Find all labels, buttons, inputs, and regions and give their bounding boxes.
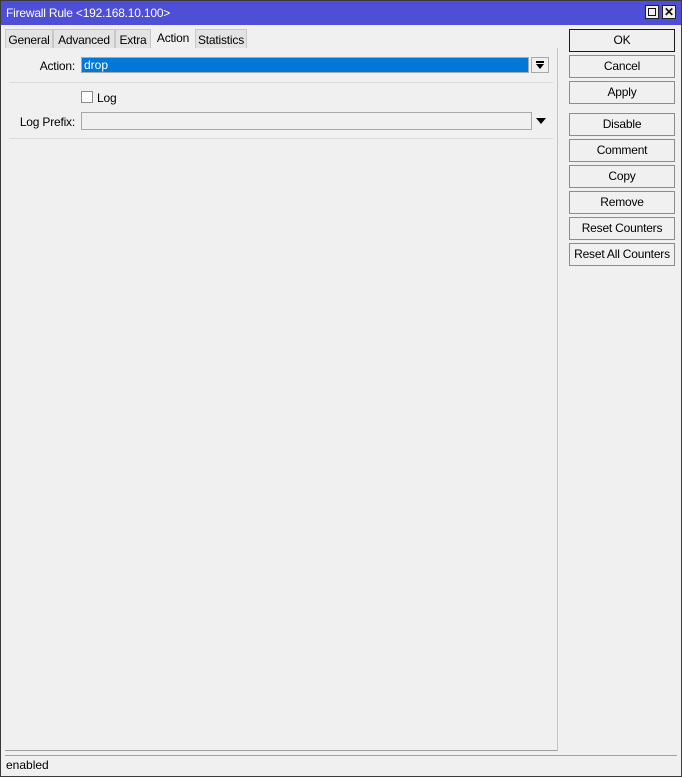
- tab-extra[interactable]: Extra: [115, 29, 151, 48]
- separator: [9, 138, 553, 139]
- log-label: Log: [97, 91, 117, 105]
- disable-button[interactable]: Disable: [569, 113, 675, 136]
- ok-button[interactable]: OK: [569, 29, 675, 52]
- tab-statistics[interactable]: Statistics: [195, 29, 247, 48]
- log-prefix-dropdown-icon[interactable]: [536, 118, 546, 124]
- reset-all-counters-button[interactable]: Reset All Counters: [569, 243, 675, 266]
- close-icon[interactable]: ✕: [662, 5, 676, 19]
- status-bar: enabled: [5, 755, 677, 774]
- tab-action[interactable]: Action: [151, 27, 195, 48]
- remove-button[interactable]: Remove: [569, 191, 675, 214]
- copy-button[interactable]: Copy: [569, 165, 675, 188]
- separator: [9, 82, 553, 83]
- window-title: Firewall Rule <192.168.10.100>: [6, 6, 171, 20]
- maximize-icon[interactable]: [645, 5, 659, 19]
- tab-general[interactable]: General: [5, 29, 53, 48]
- action-label: Action:: [39, 59, 75, 73]
- dropdown-bar-icon: [536, 61, 544, 63]
- reset-counters-button[interactable]: Reset Counters: [569, 217, 675, 240]
- action-dropdown-button[interactable]: [531, 57, 549, 73]
- chevron-down-icon: [536, 64, 544, 69]
- action-panel: Action: drop Log Log Prefix:: [5, 48, 558, 751]
- comment-button[interactable]: Comment: [569, 139, 675, 162]
- log-checkbox[interactable]: [81, 91, 93, 103]
- action-select[interactable]: drop: [81, 57, 529, 73]
- apply-button[interactable]: Apply: [569, 81, 675, 104]
- log-prefix-input[interactable]: [81, 112, 532, 130]
- title-bar[interactable]: Firewall Rule <192.168.10.100> ✕: [1, 1, 681, 25]
- cancel-button[interactable]: Cancel: [569, 55, 675, 78]
- tab-advanced[interactable]: Advanced: [53, 29, 115, 48]
- firewall-rule-window: Firewall Rule <192.168.10.100> ✕ General…: [0, 0, 682, 777]
- status-text: enabled: [6, 758, 49, 772]
- log-prefix-label: Log Prefix:: [19, 115, 75, 129]
